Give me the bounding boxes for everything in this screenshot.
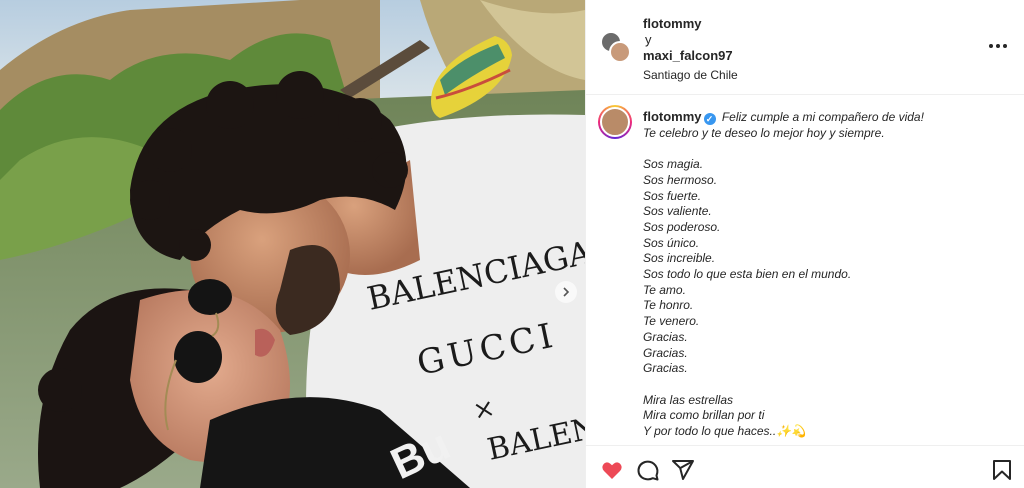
collab-conjunction: y — [645, 32, 652, 47]
author-username[interactable]: flotommy — [643, 16, 702, 31]
post-details-panel: flotommy y maxi_falcon97 Santiago de Chi… — [585, 0, 1024, 488]
caption-line: Y por todo lo que haces..✨💫 — [643, 424, 807, 439]
caption-line: Feliz cumple a mi compañero de vida! — [721, 110, 924, 124]
caption-line: Sos valiente. — [643, 204, 712, 219]
save-button[interactable] — [990, 458, 1014, 482]
caption-line: Te honro. — [643, 298, 694, 313]
more-dot-icon — [996, 44, 1000, 48]
more-dot-icon — [1003, 44, 1007, 48]
caption-line — [643, 377, 1013, 393]
caption-line: Gracias. — [643, 361, 688, 376]
caption-line: Sos increible. — [643, 251, 716, 266]
like-button[interactable] — [600, 458, 624, 482]
post-photo[interactable]: BALENCIAGA GUCCI GUCCI × BALENCIAGA Bu — [0, 0, 585, 488]
action-bar — [586, 445, 1024, 488]
caption-line: Gracias. — [643, 345, 688, 360]
caption-line: Sos fuerte. — [643, 188, 702, 203]
bookmark-icon — [993, 460, 1011, 480]
post-header: flotommy y maxi_falcon97 Santiago de Chi… — [586, 0, 1024, 95]
caption: flotommy ✓ Feliz cumple a mi compañero de… — [586, 95, 1024, 445]
caption-line: Sos magia. — [643, 157, 704, 172]
collaborator-username[interactable]: maxi_falcon97 — [643, 48, 733, 63]
caption-line: Sos poderoso. — [643, 219, 721, 234]
caption-username[interactable]: flotommy — [643, 109, 702, 124]
post-image: BALENCIAGA GUCCI GUCCI × BALENCIAGA Bu — [0, 0, 585, 488]
caption-line: Mira las estrellas — [643, 392, 734, 407]
caption-line: Mira como brillan por ti — [643, 408, 765, 423]
share-button[interactable] — [671, 458, 695, 482]
comment-icon — [637, 460, 659, 481]
chevron-right-icon — [563, 287, 570, 297]
caption-text: flotommy ✓ Feliz cumple a mi compañero de… — [643, 109, 1013, 440]
caption-first-line: flotommy ✓ Feliz cumple a mi compañero de… — [643, 109, 1013, 126]
location-link[interactable]: Santiago de Chile — [643, 67, 738, 83]
next-photo-button[interactable] — [555, 281, 577, 303]
caption-line: Te amo. — [643, 282, 686, 297]
caption-line: Te venero. — [643, 314, 700, 329]
caption-line — [643, 141, 1013, 157]
comment-button[interactable] — [636, 458, 660, 482]
heart-filled-icon — [602, 462, 622, 479]
header-names: flotommy y maxi_falcon97 Santiago de Chi… — [643, 16, 738, 83]
collaborator-avatar[interactable] — [609, 41, 631, 63]
collab-avatars[interactable] — [600, 31, 631, 65]
caption-line: Gracias. — [643, 329, 688, 344]
caption-line: Sos todo lo que esta bien en el mundo. — [643, 267, 852, 282]
caption-line: Sos único. — [643, 235, 700, 250]
share-icon — [672, 460, 694, 480]
more-dot-icon — [989, 44, 993, 48]
caption-line: Sos hermoso. — [643, 172, 718, 187]
caption-avatar-ring[interactable] — [598, 105, 632, 139]
verified-badge-icon: ✓ — [703, 113, 716, 125]
more-options-button[interactable] — [989, 38, 1007, 54]
caption-avatar[interactable] — [600, 107, 630, 137]
caption-line: Te celebro y te deseo lo mejor hoy y sie… — [643, 125, 885, 140]
